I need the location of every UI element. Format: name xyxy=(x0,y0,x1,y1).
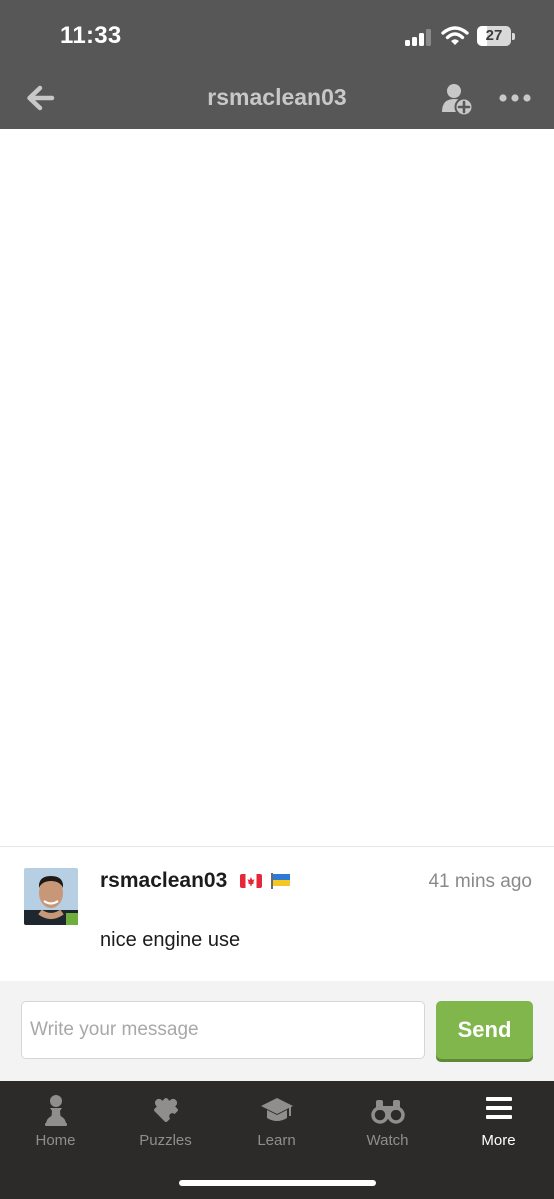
battery-icon: 27 xyxy=(477,26,515,46)
tab-learn[interactable]: Learn xyxy=(221,1081,332,1161)
online-status-indicator xyxy=(66,913,78,925)
status-time: 11:33 xyxy=(60,22,122,49)
message-composer: Send xyxy=(0,981,554,1081)
ukraine-flag-icon xyxy=(271,873,290,889)
tab-label-watch: Watch xyxy=(366,1132,409,1149)
message-text: nice engine use xyxy=(100,929,241,951)
tab-label-more: More xyxy=(481,1132,516,1149)
tab-puzzles[interactable]: Puzzles xyxy=(110,1081,221,1161)
pawn-icon xyxy=(44,1095,67,1126)
more-dots-icon[interactable] xyxy=(499,88,531,108)
battery-level: 27 xyxy=(485,27,503,44)
send-button[interactable]: Send xyxy=(436,1001,533,1059)
puzzle-icon xyxy=(153,1098,178,1122)
message-input[interactable] xyxy=(21,1001,425,1059)
tab-more[interactable]: More xyxy=(443,1081,554,1161)
tab-watch[interactable]: Watch xyxy=(332,1081,443,1161)
top-bar: 11:33 27 rsmaclean03 xyxy=(0,0,554,129)
tab-label-puzzles: Puzzles xyxy=(139,1132,192,1149)
home-indicator xyxy=(179,1180,376,1186)
canada-flag-icon xyxy=(240,874,262,888)
binoculars-icon xyxy=(370,1100,405,1124)
message-username[interactable]: rsmaclean03 xyxy=(100,869,227,893)
wifi-icon xyxy=(441,26,469,45)
chat-history[interactable] xyxy=(0,129,554,847)
add-friend-icon[interactable] xyxy=(440,82,474,116)
cellular-signal-icon xyxy=(405,29,433,46)
tab-home[interactable]: Home xyxy=(0,1081,111,1161)
page-title: rsmaclean03 xyxy=(207,84,347,110)
tab-label-learn: Learn xyxy=(257,1132,296,1149)
back-arrow-icon[interactable] xyxy=(24,82,56,114)
tab-label-home: Home xyxy=(35,1132,76,1149)
message-time: 41 mins ago xyxy=(428,871,532,892)
menu-icon xyxy=(485,1097,512,1119)
message-item: rsmaclean03 41 mins ago nice engine use xyxy=(0,847,554,981)
graduation-cap-icon xyxy=(260,1098,293,1121)
